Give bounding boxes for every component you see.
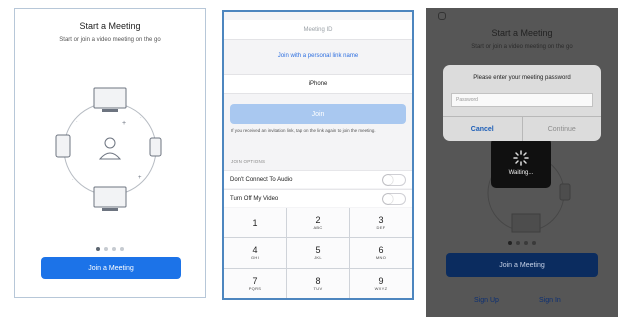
page-dot: [516, 241, 520, 245]
svg-text:+: +: [138, 175, 142, 181]
key-digit: 4: [252, 245, 258, 256]
key-letters: JKL: [314, 255, 322, 261]
page-dot: [120, 247, 124, 251]
dialog-message: Please enter your meeting password: [473, 75, 571, 81]
settings-gear-icon[interactable]: [438, 12, 446, 20]
invitation-note: If you received an invitation link, tap …: [231, 128, 376, 133]
page-dot: [532, 241, 536, 245]
continue-button[interactable]: Continue: [523, 117, 602, 141]
cancel-button[interactable]: Cancel: [443, 117, 523, 141]
page-dot: [524, 241, 528, 245]
start-meeting-screen: Start a Meeting Start or join a video me…: [14, 8, 206, 298]
numeric-keypad: 1 2 ABC 3 DEF 4 GHI 5 JKL 6 MNO 7 PQRS 8 TUV 9W…: [224, 208, 412, 298]
join-meeting-button[interactable]: Join a Meeting: [446, 253, 598, 277]
join-meeting-form: Meeting ID Join with a personal link nam…: [222, 10, 414, 300]
keypad-key-4[interactable]: 4 GHI: [224, 238, 286, 268]
password-prompt-screen: Start a Meeting Start or join a video me…: [426, 8, 618, 317]
password-input[interactable]: Password: [451, 93, 593, 107]
display-name-field[interactable]: iPhone: [224, 74, 412, 94]
option-label: Turn Off My Video: [230, 195, 279, 202]
key-digit: 6: [378, 245, 384, 256]
meeting-id-input[interactable]: Meeting ID: [224, 20, 412, 40]
key-digit: 2: [315, 215, 321, 226]
page-title: Start a Meeting: [79, 21, 141, 31]
join-button[interactable]: Join: [230, 104, 406, 124]
page-dot: [508, 241, 512, 245]
key-letters: GHI: [250, 255, 259, 261]
keypad-key-6[interactable]: 6 MNO: [350, 238, 412, 268]
key-letters: TUV: [313, 285, 323, 291]
page-title: Start a Meeting: [491, 28, 553, 38]
key-digit: 9: [378, 275, 384, 286]
option-row-no-audio: Don't Connect To Audio: [224, 170, 412, 188]
key-letters: DEF: [376, 225, 386, 231]
keypad-key-7[interactable]: 7 PQRS: [224, 268, 286, 298]
page-dot: [96, 247, 100, 251]
keypad-key-1[interactable]: 1: [224, 208, 286, 238]
keypad-key-2[interactable]: 2 ABC: [287, 208, 349, 238]
turn-off-video-toggle[interactable]: [382, 192, 406, 205]
personal-link-name-link[interactable]: Join with a personal link name: [224, 48, 412, 64]
join-meeting-button[interactable]: Join a Meeting: [41, 257, 181, 279]
key-digit: 3: [378, 215, 384, 226]
key-letters: WXYZ: [374, 285, 388, 291]
sign-in-link[interactable]: Sign In: [539, 297, 561, 304]
option-row-video-off: Turn Off My Video: [224, 189, 412, 207]
page-dot: [112, 247, 116, 251]
svg-text:+: +: [122, 120, 126, 127]
option-label: Don't Connect To Audio: [230, 176, 293, 183]
key-digit: 5: [315, 245, 321, 256]
page-subtitle: Start or join a video meeting on the go: [471, 44, 573, 50]
svg-text:·: ·: [76, 119, 78, 125]
keypad-key-3[interactable]: 3 DEF: [350, 208, 412, 238]
key-digit: 1: [252, 217, 258, 228]
page-subtitle: Start or join a video meeting on the go: [59, 37, 161, 43]
key-letters: MNO: [375, 255, 387, 261]
dont-connect-audio-toggle[interactable]: [382, 173, 406, 186]
password-dialog: Please enter your meeting password Passw…: [443, 65, 601, 141]
spinner-icon: [513, 150, 529, 166]
page-dot: [104, 247, 108, 251]
keypad-key-9[interactable]: 9 WXYZ: [350, 268, 412, 298]
dialog-actions: Cancel Continue: [443, 116, 601, 141]
key-digit: 8: [315, 275, 321, 286]
keypad-key-5[interactable]: 5 JKL: [287, 238, 349, 268]
key-digit: 7: [252, 275, 258, 286]
key-letters: PQRS: [248, 285, 262, 291]
key-letters: ABC: [313, 225, 323, 231]
keypad-key-8[interactable]: 8 TUV: [287, 268, 349, 298]
sign-up-link[interactable]: Sign Up: [474, 297, 499, 304]
page-indicator: [15, 238, 205, 256]
meeting-illustration: + · · + ·: [55, 87, 162, 211]
waiting-label: Waiting...: [508, 170, 534, 176]
page-indicator: [426, 232, 618, 250]
waiting-spinner-overlay: Waiting...: [491, 138, 551, 188]
join-options-header: JOIN OPTIONS: [231, 159, 266, 164]
